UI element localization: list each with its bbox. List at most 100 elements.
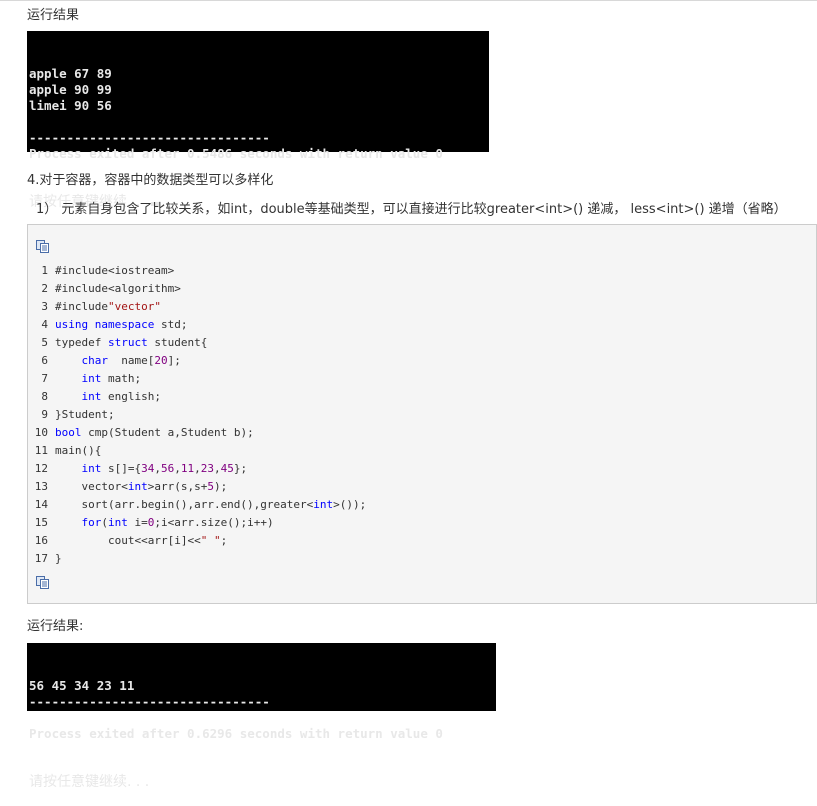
code-token: >arr(s,s+	[147, 480, 208, 493]
copy-code-icon[interactable]	[36, 576, 50, 589]
code-line: 10 bool cmp(Student a,Student b);	[34, 424, 366, 442]
line-number: 2	[41, 282, 48, 295]
code-token: ;i<arr.size();i++)	[154, 516, 274, 529]
line-number: 7	[41, 372, 48, 385]
code-line: 7 int math;	[34, 370, 366, 388]
code-line: 13 vector<int>arr(s,s+5);	[34, 478, 366, 496]
code-token: 45	[220, 462, 234, 475]
console-line: apple 90 99	[29, 82, 112, 97]
code-token: 56	[161, 462, 175, 475]
code-token: ,	[154, 462, 161, 475]
code-line: 1 #include<iostream>	[34, 262, 366, 280]
console-output-2: 56 45 34 23 11 --------------------------…	[27, 643, 496, 790]
code-token: main(){	[55, 444, 102, 457]
line-number: 5	[41, 336, 48, 349]
code-line: 4 using namespace std;	[34, 316, 366, 334]
console-line: --------------------------------	[29, 130, 270, 145]
line-number: 13	[34, 480, 48, 493]
code-line: 5 typedef struct student{	[34, 334, 366, 352]
code-token: ,	[214, 462, 221, 475]
line-number: 8	[41, 390, 48, 403]
code-token: typedef	[55, 336, 108, 349]
code-line: 12 int s[]={34,56,11,23,45};	[34, 460, 366, 478]
code-token: #include<algorithm>	[55, 282, 181, 295]
console-line: Process exited after 0.5486 seconds with…	[29, 146, 443, 161]
code-token: >());	[333, 498, 367, 511]
code-token: vector<	[55, 480, 128, 493]
code-token: struct	[107, 336, 148, 349]
console-lines: 56 45 34 23 11 --------------------------…	[29, 678, 494, 742]
console-line: 56 45 34 23 11	[29, 678, 135, 693]
code-line: 9}Student;	[34, 406, 366, 424]
code-token: sort(arr.begin(),arr.end(),greater<	[55, 498, 314, 511]
code-token: name[	[108, 354, 155, 367]
code-token: int	[127, 480, 148, 493]
code-token: ;	[220, 534, 228, 547]
code-token: 5	[207, 480, 214, 493]
code-token: (	[101, 516, 108, 529]
code-line: 3 #include"vector"	[34, 298, 366, 316]
code-token: };	[233, 462, 248, 475]
code-token: int	[81, 462, 102, 475]
code-token: english;	[101, 390, 161, 403]
code-line: 15 for(int i=0;i<arr.size();i++)	[34, 514, 366, 532]
line-number: 1	[41, 264, 48, 277]
line-number: 6	[41, 354, 48, 367]
code-token: for	[81, 516, 102, 529]
code-token: char	[81, 354, 109, 367]
console-line: limei 90 56	[29, 98, 112, 113]
line-number: 16	[34, 534, 48, 547]
console-prompt: 请按任意键继续. . .	[29, 774, 150, 790]
code-token: int	[108, 516, 128, 529]
code-block: 1 #include<iostream> 2 #include<algorithm> 3…	[27, 224, 817, 604]
code-token: int	[81, 372, 102, 385]
sub-item-text: 1） 元素自身包含了比较关系，如int，double等基础类型，可以直接进行比较…	[36, 202, 787, 217]
code-line: 16 cout<<arr[i]<<" ";	[34, 532, 366, 550]
console-line: --------------------------------	[29, 694, 270, 709]
code-token: #include	[55, 300, 108, 313]
console-line: apple 67 89	[29, 66, 112, 81]
code-line: 17}	[34, 550, 366, 568]
code-token: 23	[200, 462, 214, 475]
code-line: 2 #include<algorithm>	[34, 280, 366, 298]
code-token: 34	[141, 462, 155, 475]
line-number: 17	[34, 552, 48, 565]
code-token: #include<iostream>	[55, 264, 175, 277]
line-number: 14	[34, 498, 48, 511]
code-token: int	[313, 498, 334, 511]
code-token: cout<<arr[i]<<	[55, 534, 201, 547]
result-label-2: 运行结果:	[27, 619, 84, 634]
copy-code-icon[interactable]	[36, 240, 50, 253]
line-number: 10	[34, 426, 48, 439]
code-token: }Student;	[55, 408, 115, 421]
line-number: 4	[41, 318, 48, 331]
code-token: bool	[55, 426, 82, 439]
code-token: );	[213, 480, 228, 493]
code-token: math;	[101, 372, 142, 385]
code-line: 14 sort(arr.begin(),arr.end(),greater<in…	[34, 496, 367, 514]
code-token: "vector"	[107, 300, 161, 313]
code-token: 20	[154, 354, 168, 367]
console-lines: apple 67 89 apple 90 99 limei 90 56 -------…	[29, 66, 487, 162]
top-divider	[0, 0, 817, 1]
code-token: std;	[154, 318, 188, 331]
result-label: 运行结果	[27, 8, 80, 23]
code-token: ];	[167, 354, 181, 367]
line-number: 3	[41, 300, 48, 313]
code-lines: 1 #include<iostream> 2 #include<algorithm> 3…	[34, 262, 367, 568]
code-token: 11	[180, 462, 195, 475]
code-token: ,	[174, 462, 181, 475]
code-line: 11 main(){	[34, 442, 366, 460]
code-token: s[]={	[101, 462, 142, 475]
code-line: 8 int english;	[34, 388, 366, 406]
line-number: 15	[34, 516, 48, 529]
code-token: " "	[200, 534, 221, 547]
console-line: Process exited after 0.6296 seconds with…	[29, 726, 443, 741]
code-token: }	[55, 552, 62, 565]
code-token: namespace	[94, 318, 155, 331]
